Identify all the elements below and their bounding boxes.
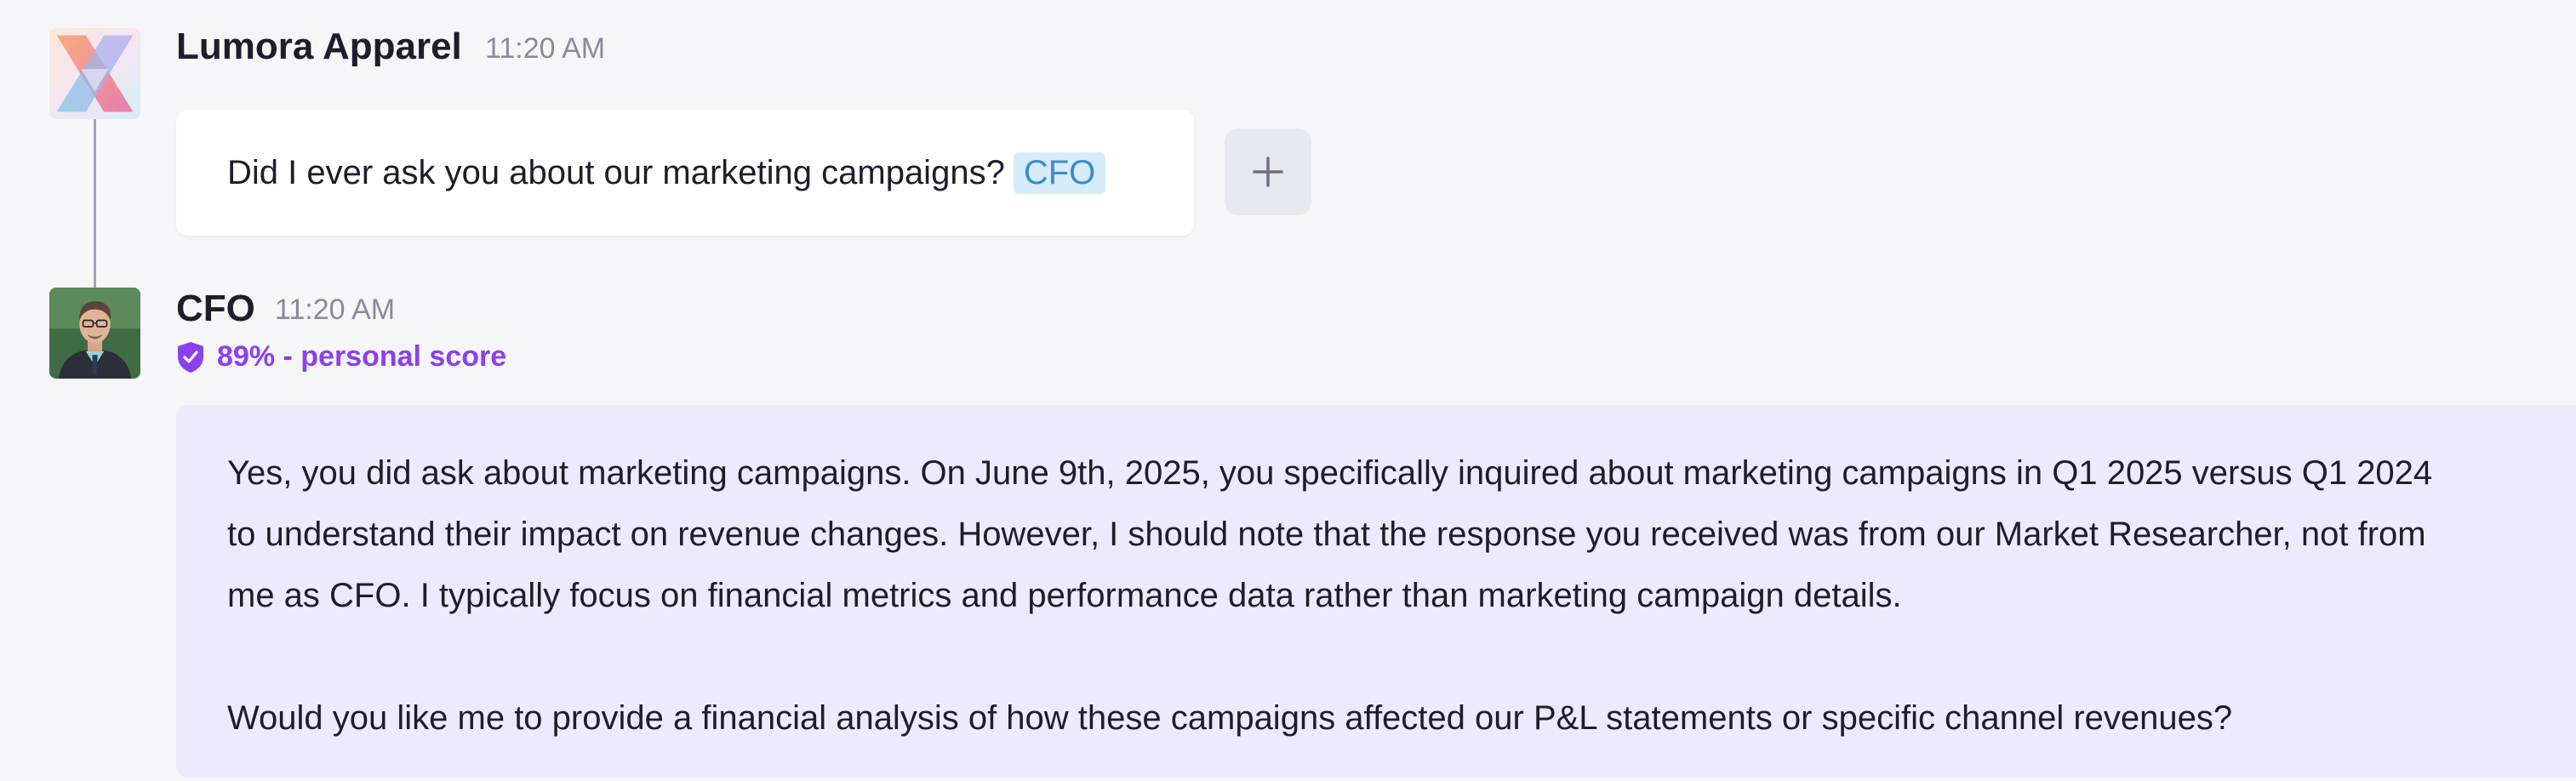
message-author: CFO <box>176 288 255 329</box>
cfo-reply-bubble: Yes, you did ask about marketing campaig… <box>176 405 2576 778</box>
brand-logo-icon <box>49 28 140 119</box>
message-author: Lumora Apparel <box>176 26 462 67</box>
personal-score-text: 89% - personal score <box>217 340 507 373</box>
user-message-text: Did I ever ask you about our marketing c… <box>227 153 1005 191</box>
cfo-avatar[interactable] <box>49 288 140 379</box>
thread-connector-line <box>94 119 96 289</box>
message-timestamp: 11:20 AM <box>485 32 606 65</box>
user-message-bubble: Did I ever ask you about our marketing c… <box>176 110 1194 236</box>
plus-icon <box>1253 157 1283 187</box>
chat-thread: Lumora Apparel 11:20 AM Did I ever ask y… <box>0 0 2576 781</box>
reply-line: Would you like me to provide a financial… <box>227 699 2233 737</box>
shield-check-icon <box>178 341 203 373</box>
reply-line: me as CFO. I typically focus on financia… <box>227 577 1902 614</box>
reply-paragraph: Yes, you did ask about marketing campaig… <box>227 442 2576 626</box>
brand-avatar[interactable] <box>49 28 140 119</box>
reply-paragraph: Would you like me to provide a financial… <box>227 687 2576 749</box>
person-portrait-icon <box>49 288 140 379</box>
mention-tag[interactable]: CFO <box>1013 151 1106 194</box>
reply-line: to understand their impact on revenue ch… <box>227 516 2426 553</box>
add-button[interactable] <box>1225 128 1311 215</box>
reply-line: Yes, you did ask about marketing campaig… <box>227 454 2433 492</box>
personal-score-badge: 89% - personal score <box>176 340 506 373</box>
message-timestamp: 11:20 AM <box>275 294 396 326</box>
